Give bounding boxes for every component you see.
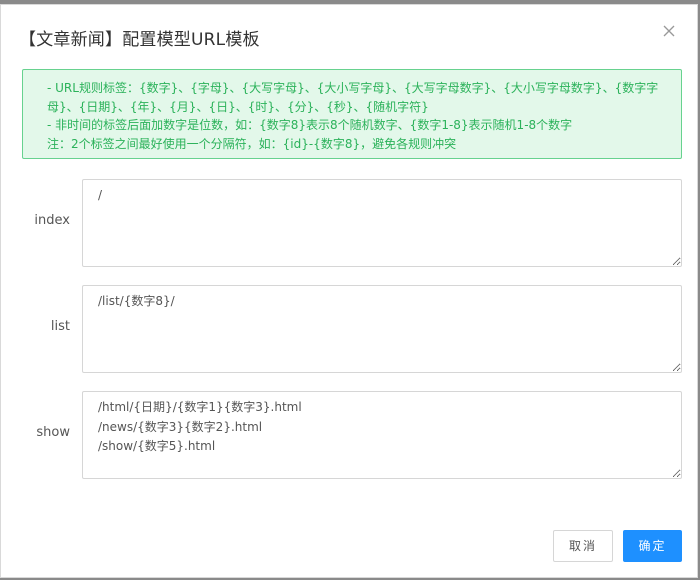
dialog-title: 【文章新闻】配置模型URL模板 xyxy=(19,30,260,50)
close-icon[interactable] xyxy=(659,21,679,41)
index-label: index xyxy=(34,213,70,228)
index-template-textarea[interactable]: / xyxy=(82,179,682,267)
list-label: list xyxy=(50,319,70,334)
notice-line-digits: - 非时间的标签后面加数字是位数，如：{数字8}表示8个随机数字、{数字1-8}… xyxy=(47,118,573,132)
notice-line-separator: 注：2个标签之间最好使用一个分隔符，如：{id}-{数字8}，避免各规则冲突 xyxy=(47,136,457,151)
rules-notice: - URL规则标签：{数字}、{字母}、{大写字母}、{大小写字母}、{大写字母… xyxy=(22,69,682,159)
cancel-button[interactable]: 取消 xyxy=(553,530,613,562)
notice-line-tags: - URL规则标签：{数字}、{字母}、{大写字母}、{大小写字母}、{大写字母… xyxy=(47,81,659,114)
show-label: show xyxy=(36,425,70,440)
list-template-textarea[interactable]: /list/{数字8}/ xyxy=(82,285,682,373)
config-url-dialog: 【文章新闻】配置模型URL模板 - URL规则标签：{数字}、{字母}、{大写字… xyxy=(0,4,698,578)
confirm-button[interactable]: 确定 xyxy=(623,530,682,562)
show-template-textarea[interactable]: /html/{日期}/{数字1}{数字3}.html /news/{数字3}{数… xyxy=(82,391,682,479)
